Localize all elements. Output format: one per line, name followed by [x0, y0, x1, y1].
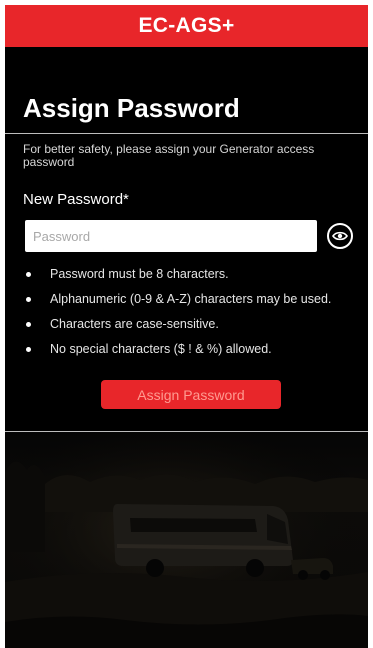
page-description: For better safety, please assign your Ge…: [23, 142, 315, 169]
password-rule: No special characters ($ ! & %) allowed.: [23, 342, 368, 367]
top-divider: [5, 133, 368, 134]
page-title: Assign Password: [23, 93, 240, 123]
rv-campsite-background-image: [5, 432, 368, 648]
password-rule: Alphanumeric (0-9 & A-Z) characters may …: [23, 292, 368, 317]
app-title: EC-AGS+: [138, 14, 235, 37]
app-screen: EC-AGS+ Assign Password For better safet…: [5, 5, 368, 648]
new-password-label: New Password*: [23, 191, 129, 208]
password-input[interactable]: [25, 220, 317, 252]
password-rule: Characters are case-sensitive.: [23, 317, 368, 342]
password-rule: Password must be 8 characters.: [23, 267, 368, 292]
eye-icon: [332, 231, 348, 241]
assign-password-button[interactable]: Assign Password: [101, 380, 281, 409]
password-rules-list: Password must be 8 characters. Alphanume…: [23, 267, 368, 367]
app-header: EC-AGS+: [5, 5, 368, 47]
password-visibility-toggle[interactable]: [327, 223, 353, 249]
